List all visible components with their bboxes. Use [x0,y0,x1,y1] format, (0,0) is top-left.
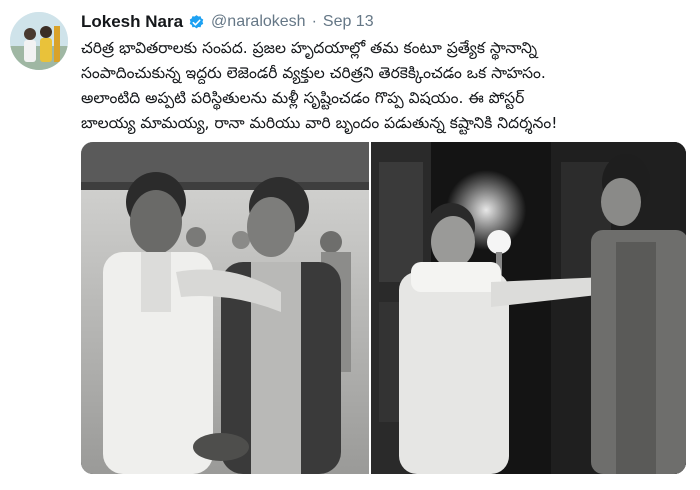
tweet-card: Lokesh Nara @naralokesh · Sep 13 చరిత్ర … [0,0,700,490]
tweet-media[interactable] [81,142,686,474]
tweet-text-line: అలాంటిది అప్పటి పరిస్థితులను మళ్లీ సృష్ట… [81,89,525,107]
author-handle[interactable]: @naralokesh [211,13,306,31]
tweet-text-line: బాలయ్య మామయ్య, రానా మరియు వారి బృందం పడు… [81,114,558,132]
tweet-text-line: సంపాదించుకున్న ఇద్దరు లెజెండరీ వ్యక్తుల … [81,64,546,82]
header-separator: · [311,13,317,30]
film-poster-photo-image[interactable] [369,142,686,474]
tweet-header: Lokesh Nara @naralokesh · Sep 13 [81,10,374,34]
tweet-text-line: చరిత్ర భావితరాలకు సంపద. ప్రజల హృదయాల్లో … [81,39,538,57]
verified-badge-icon [188,14,205,31]
profile-avatar[interactable] [10,12,68,70]
author-display-name[interactable]: Lokesh Nara [81,12,183,32]
tweet-date[interactable]: Sep 13 [323,13,374,31]
vintage-photo-image[interactable] [81,142,369,474]
tweet-text: చరిత్ర భావితరాలకు సంపద. ప్రజల హృదయాల్లో … [81,36,693,136]
